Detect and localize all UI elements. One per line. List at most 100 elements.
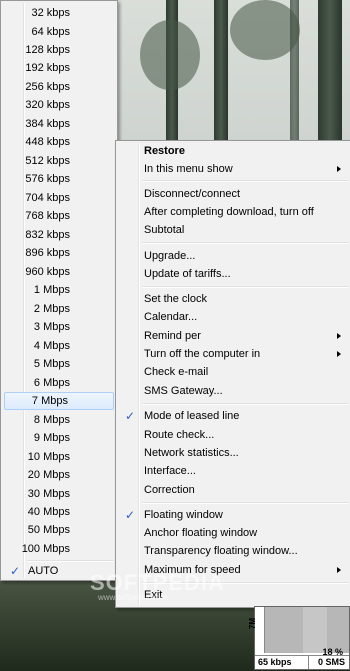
speed-item-label: 30 Mbps <box>27 487 70 500</box>
menu-item-route-check[interactable]: Route check... <box>118 426 349 444</box>
menu-item-after-download[interactable]: After completing download, turn off <box>118 203 349 221</box>
speed-item[interactable]: 704 kbps <box>3 189 115 207</box>
menu-item-label: Calendar... <box>144 311 198 323</box>
speed-item-label: 3 Mbps <box>33 321 70 334</box>
speed-item-label: 576 kbps <box>25 173 70 186</box>
speed-item[interactable]: 1 Mbps <box>3 281 115 299</box>
speed-item[interactable]: 9 Mbps <box>3 429 115 447</box>
speed-item-label: 8 Mbps <box>33 413 70 426</box>
menu-item-set-clock[interactable]: Set the clock <box>118 290 349 308</box>
speed-item[interactable]: 768 kbps <box>3 207 115 225</box>
menu-separator <box>142 502 348 504</box>
speed-item[interactable]: 512 kbps <box>3 152 115 170</box>
menu-item-label: Anchor floating window <box>144 527 258 539</box>
speed-submenu: 32 kbps 64 kbps 128 kbps 192 kbps 256 kbps 32… <box>0 0 118 581</box>
speed-item[interactable]: 384 kbps <box>3 115 115 133</box>
speed-item-label: 704 kbps <box>25 191 70 204</box>
tree-foliage <box>230 0 300 60</box>
menu-item-sms-gateway[interactable]: SMS Gateway... <box>118 382 349 400</box>
watermark-text: SOFTPEDIA <box>90 570 225 595</box>
speed-item[interactable]: 5 Mbps <box>3 355 115 373</box>
menu-item-label: Subtotal <box>144 224 185 236</box>
menu-item-label: Set the clock <box>144 293 207 305</box>
menu-item-label: Remind per <box>144 330 201 342</box>
submenu-arrow-icon <box>337 333 341 339</box>
menu-item-label: SMS Gateway... <box>144 385 223 397</box>
menu-item-anchor-floating[interactable]: Anchor floating window <box>118 524 349 542</box>
menu-item-subtotal[interactable]: Subtotal <box>118 221 349 239</box>
speed-item-label: 448 kbps <box>25 136 70 149</box>
speed-item[interactable]: 64 kbps <box>3 23 115 41</box>
menu-item-network-statistics[interactable]: Network statistics... <box>118 444 349 462</box>
speed-item[interactable]: 100 Mbps <box>3 540 115 558</box>
speed-item-label: 100 Mbps <box>21 542 70 555</box>
submenu-arrow-icon <box>337 166 341 172</box>
speed-item[interactable]: 192 kbps <box>3 59 115 77</box>
speed-item[interactable]: 40 Mbps <box>3 503 115 521</box>
speed-item-label: 32 kbps <box>31 7 70 19</box>
speed-item-label: 6 Mbps <box>33 376 70 389</box>
speed-item[interactable]: 10 Mbps <box>3 448 115 466</box>
menu-item-correction[interactable]: Correction <box>118 481 349 499</box>
menu-item-floating-window[interactable]: ✓ Floating window <box>118 506 349 524</box>
submenu-arrow-icon <box>337 351 341 357</box>
speed-item[interactable]: 256 kbps <box>3 78 115 96</box>
speed-item-label: AUTO <box>28 565 59 577</box>
menu-item-check-email[interactable]: Check e-mail <box>118 363 349 381</box>
menu-item-restore[interactable]: Restore <box>118 142 349 160</box>
tree-trunk <box>318 0 342 150</box>
speed-item[interactable]: 6 Mbps <box>3 374 115 392</box>
menu-item-label: Turn off the computer in <box>144 348 261 360</box>
speed-item[interactable]: 30 Mbps <box>3 485 115 503</box>
menu-item-turn-off-in[interactable]: Turn off the computer in <box>118 345 349 363</box>
menu-item-label: Mode of leased line <box>144 410 240 422</box>
menu-item-label: After completing download, turn off <box>144 206 314 218</box>
check-icon: ✓ <box>125 409 136 423</box>
menu-item-transparency-floating[interactable]: Transparency floating window... <box>118 542 349 560</box>
menu-item-label: Transparency floating window... <box>144 545 298 557</box>
speed-item[interactable]: 50 Mbps <box>3 521 115 539</box>
speed-item-label: 50 Mbps <box>27 524 70 537</box>
speed-item-label: 5 Mbps <box>33 358 70 371</box>
speed-item[interactable]: 8 Mbps <box>3 411 115 429</box>
menu-item-in-this-menu-show[interactable]: In this menu show <box>118 160 349 178</box>
floating-speed-window[interactable]: 7M 18 % 65 kbps 0 SMS <box>248 606 350 670</box>
sms-count: 0 SMS <box>317 657 345 667</box>
softpedia-watermark: SOFTPEDIA www.softpedia.com <box>90 570 260 610</box>
menu-item-label: Floating window <box>144 509 223 521</box>
current-rate: 65 kbps <box>258 657 292 667</box>
speed-item-label: 2 Mbps <box>33 302 70 315</box>
speed-item[interactable]: 128 kbps <box>3 41 115 59</box>
menu-item-label: Disconnect/connect <box>144 188 240 200</box>
menu-item-remind-per[interactable]: Remind per <box>118 327 349 345</box>
graph-axis-label: 7M <box>248 607 265 653</box>
speed-item[interactable]: 7 Mbps <box>4 392 114 411</box>
speed-item-label: 768 kbps <box>25 210 70 223</box>
speed-item[interactable]: 320 kbps <box>3 96 115 114</box>
speed-item-label: 960 kbps <box>25 265 70 278</box>
speed-item[interactable]: 4 Mbps <box>3 337 115 355</box>
menu-item-disconnect-connect[interactable]: Disconnect/connect <box>118 185 349 203</box>
menu-item-calendar[interactable]: Calendar... <box>118 308 349 326</box>
speed-item[interactable]: 576 kbps <box>3 170 115 188</box>
speed-item[interactable]: 20 Mbps <box>3 466 115 484</box>
speed-item[interactable]: 32 kbps <box>3 4 115 22</box>
menu-item-leased-line[interactable]: ✓ Mode of leased line <box>118 407 349 425</box>
speed-item[interactable]: 3 Mbps <box>3 318 115 336</box>
speed-item[interactable]: 960 kbps <box>3 263 115 281</box>
menu-item-label: Interface... <box>144 465 196 477</box>
speed-item-label: 256 kbps <box>25 80 70 93</box>
status-row: 65 kbps 0 SMS <box>255 655 349 669</box>
tree-trunk <box>214 0 228 150</box>
speed-item[interactable]: 832 kbps <box>3 226 115 244</box>
speed-item-label: 20 Mbps <box>27 469 70 481</box>
speed-item[interactable]: 896 kbps <box>3 244 115 262</box>
menu-item-upgrade[interactable]: Upgrade... <box>118 247 349 265</box>
speed-item[interactable]: 448 kbps <box>3 133 115 151</box>
check-icon: ✓ <box>10 564 21 578</box>
menu-item-update-tariffs[interactable]: Update of tariffs... <box>118 265 349 283</box>
speed-item[interactable]: 2 Mbps <box>3 300 115 318</box>
menu-item-interface[interactable]: Interface... <box>118 462 349 480</box>
speed-item-label: 192 kbps <box>25 62 70 75</box>
menu-item-label: Update of tariffs... <box>144 268 231 280</box>
